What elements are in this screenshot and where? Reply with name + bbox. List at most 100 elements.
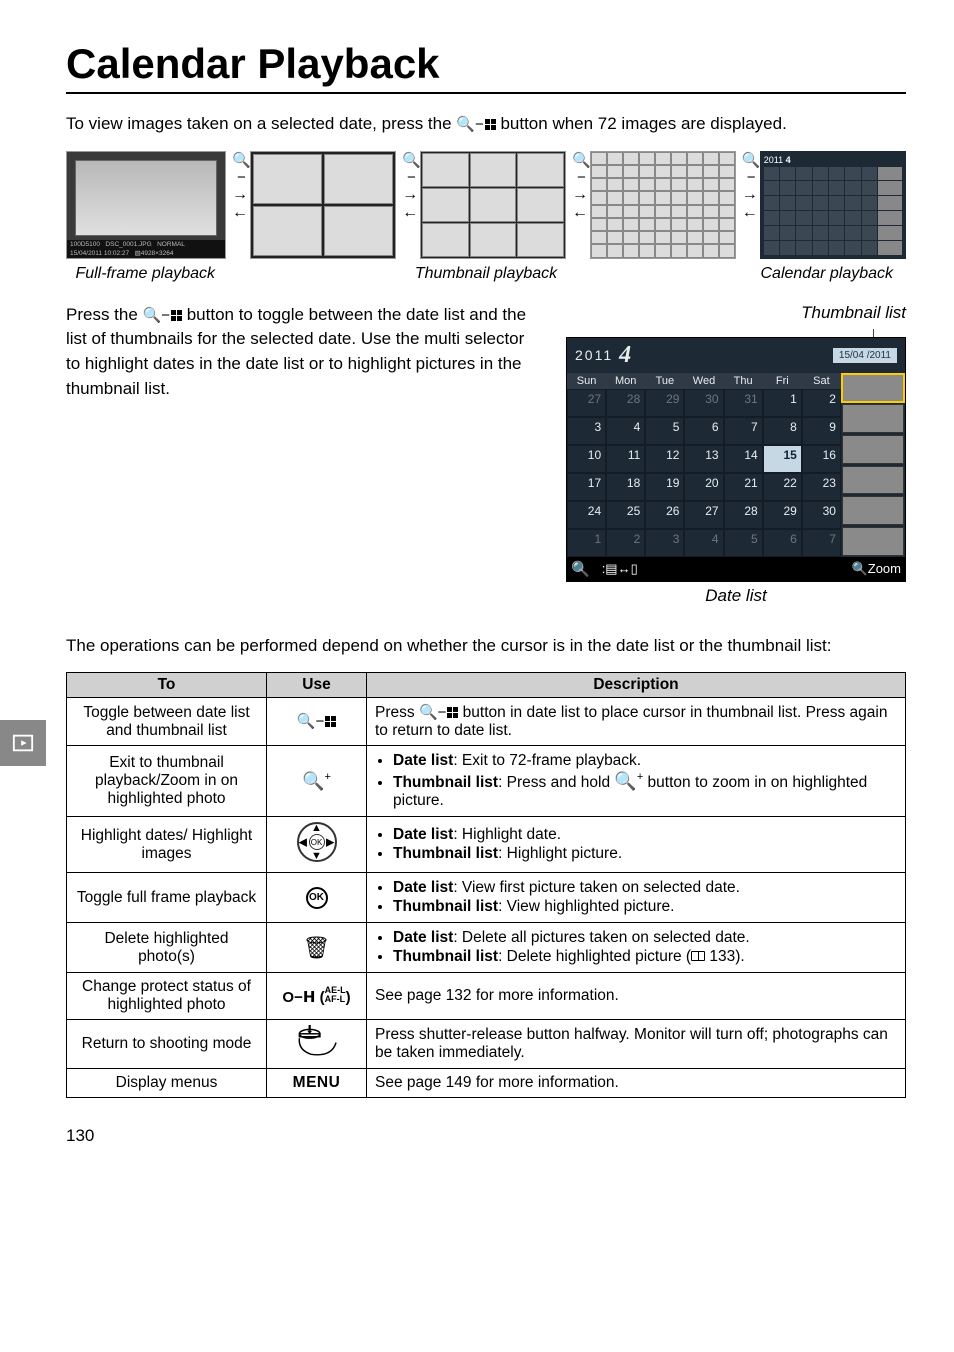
day-cell: 28 xyxy=(606,389,645,417)
day-cell: 11 xyxy=(606,445,645,473)
table-row: Toggle full frame playback OK Date list: V… xyxy=(67,873,906,923)
day-cell: 30 xyxy=(802,501,841,529)
use-cell xyxy=(267,1020,367,1068)
to-cell: Toggle full frame playback xyxy=(67,873,267,923)
zoom-in-icon: 🔍 xyxy=(852,561,868,577)
page-title: Calendar Playback xyxy=(66,40,906,94)
multi-selector-icon: ▲▼◀▶ xyxy=(297,822,337,862)
use-cell: 🗑 xyxy=(267,923,367,973)
day-cell: 2 xyxy=(802,389,841,417)
day-cell: 5 xyxy=(724,529,763,557)
day-cell: 7 xyxy=(802,529,841,557)
thumbnail-column xyxy=(841,373,905,557)
day-cell: 2 xyxy=(606,529,645,557)
para2-pre: Press the xyxy=(66,305,143,324)
day-cell: 22 xyxy=(763,473,802,501)
zoom-out-thumbs-icon: 🔍 xyxy=(571,560,602,578)
table-row: Delete highlighted photo(s)🗑Date list: D… xyxy=(67,923,906,973)
day-cell: 9 xyxy=(802,417,841,445)
day-cell: 1 xyxy=(763,389,802,417)
to-cell: Change protect status of highlighted pho… xyxy=(67,973,267,1020)
month-label: 4 xyxy=(619,342,631,369)
desc-cell: Date list: Highlight date.Thumbnail list… xyxy=(367,817,906,873)
zoom-out-thumbs-icon: 🔍− xyxy=(143,305,182,327)
zoom-in-icon: 🔍+ xyxy=(302,771,331,791)
intro-pre: To view images taken on a selected date,… xyxy=(66,114,456,133)
day-cell: 5 xyxy=(645,417,684,445)
day-cell: 31 xyxy=(724,389,763,417)
day-cell: 6 xyxy=(763,529,802,557)
day-cell: 7 xyxy=(724,417,763,445)
use-cell: 🔍− xyxy=(267,698,367,746)
day-cell: 12 xyxy=(645,445,684,473)
grid72-card xyxy=(590,151,736,259)
dow-cell: Tue xyxy=(645,373,684,389)
full-frame-caption: Full-frame playback xyxy=(66,265,224,283)
menu-button-label: MENU xyxy=(293,1074,341,1091)
zoom-in-icon: 🔍+ xyxy=(614,771,643,791)
day-cell: 27 xyxy=(684,501,723,529)
dow-cell: Sat xyxy=(802,373,841,389)
intro-post: button when 72 images are displayed. xyxy=(500,114,786,133)
playback-icon xyxy=(12,732,34,754)
use-cell: ▲▼◀▶ xyxy=(267,817,367,873)
dow-cell: Wed xyxy=(684,373,723,389)
day-cell: 1 xyxy=(567,529,606,557)
table-row: Display menusMENUSee page 149 for more i… xyxy=(67,1068,906,1097)
protect-button-icon: O−𝗛 (AE-LAF-L) xyxy=(282,989,350,1006)
playback-flow-diagram: 100D5100 DSC_0001.JPG NORMAL15/04/2011 1… xyxy=(66,151,906,259)
days-grid: 2728293031123456789101112131415161718192… xyxy=(567,389,841,557)
para3: The operations can be performed depend o… xyxy=(66,634,906,659)
page-number: 130 xyxy=(66,1126,906,1146)
day-cell: 21 xyxy=(724,473,763,501)
day-cell: 29 xyxy=(645,389,684,417)
day-cell: 20 xyxy=(684,473,723,501)
to-cell: Delete highlighted photo(s) xyxy=(67,923,267,973)
day-cell: 3 xyxy=(567,417,606,445)
to-cell: Highlight dates/ Highlight images xyxy=(67,817,267,873)
day-cell: 24 xyxy=(567,501,606,529)
desc-cell: Date list: View first picture taken on s… xyxy=(367,873,906,923)
arrow-icon: 🔍−→← xyxy=(402,151,414,222)
para2: Press the 🔍− button to toggle between th… xyxy=(66,303,538,402)
section-tab xyxy=(0,720,46,766)
day-cell: 17 xyxy=(567,473,606,501)
day-cell: 6 xyxy=(684,417,723,445)
grid9-card xyxy=(420,151,566,259)
ok-button-icon: OK xyxy=(306,887,328,909)
desc-cell: Date list: Exit to 72-frame playback.Thu… xyxy=(367,746,906,817)
arrow-icon: 🔍−→← xyxy=(742,151,754,222)
operations-table: To Use Description Toggle between date l… xyxy=(66,672,906,1097)
year-label: 2011 xyxy=(575,347,613,363)
desc-cell: Press 🔍− button in date list to place cu… xyxy=(367,698,906,746)
zoom-out-thumbs-icon: 🔍− xyxy=(456,114,495,136)
use-cell: OK xyxy=(267,873,367,923)
calendar-card-small: 2011 4 xyxy=(760,151,906,259)
th-use: Use xyxy=(267,673,367,698)
day-cell: 10 xyxy=(567,445,606,473)
day-cell: 15 xyxy=(763,445,802,473)
day-cell: 14 xyxy=(724,445,763,473)
full-frame-card: 100D5100 DSC_0001.JPG NORMAL15/04/2011 1… xyxy=(66,151,226,259)
use-cell: MENU xyxy=(267,1068,367,1097)
desc-cell: See page 132 for more information. xyxy=(367,973,906,1020)
day-cell: 23 xyxy=(802,473,841,501)
grid4-card xyxy=(250,151,396,259)
day-cell: 29 xyxy=(763,501,802,529)
to-cell: Display menus xyxy=(67,1068,267,1097)
day-cell: 8 xyxy=(763,417,802,445)
page-ref-icon xyxy=(691,951,705,961)
day-cell: 30 xyxy=(684,389,723,417)
to-cell: Toggle between date list and thumbnail l… xyxy=(67,698,267,746)
day-cell: 19 xyxy=(645,473,684,501)
desc-cell: Press shutter-release button halfway. Mo… xyxy=(367,1020,906,1068)
table-row: Return to shooting modePress shutter-rel… xyxy=(67,1020,906,1068)
dow-cell: Sun xyxy=(567,373,606,389)
trash-icon: 🗑 xyxy=(303,935,331,960)
day-cell: 13 xyxy=(684,445,723,473)
table-row: Change protect status of highlighted pho… xyxy=(67,973,906,1020)
th-desc: Description xyxy=(367,673,906,698)
day-cell: 4 xyxy=(606,417,645,445)
table-row: Toggle between date list and thumbnail l… xyxy=(67,698,906,746)
thumbnail-list-label: Thumbnail list xyxy=(566,303,906,323)
